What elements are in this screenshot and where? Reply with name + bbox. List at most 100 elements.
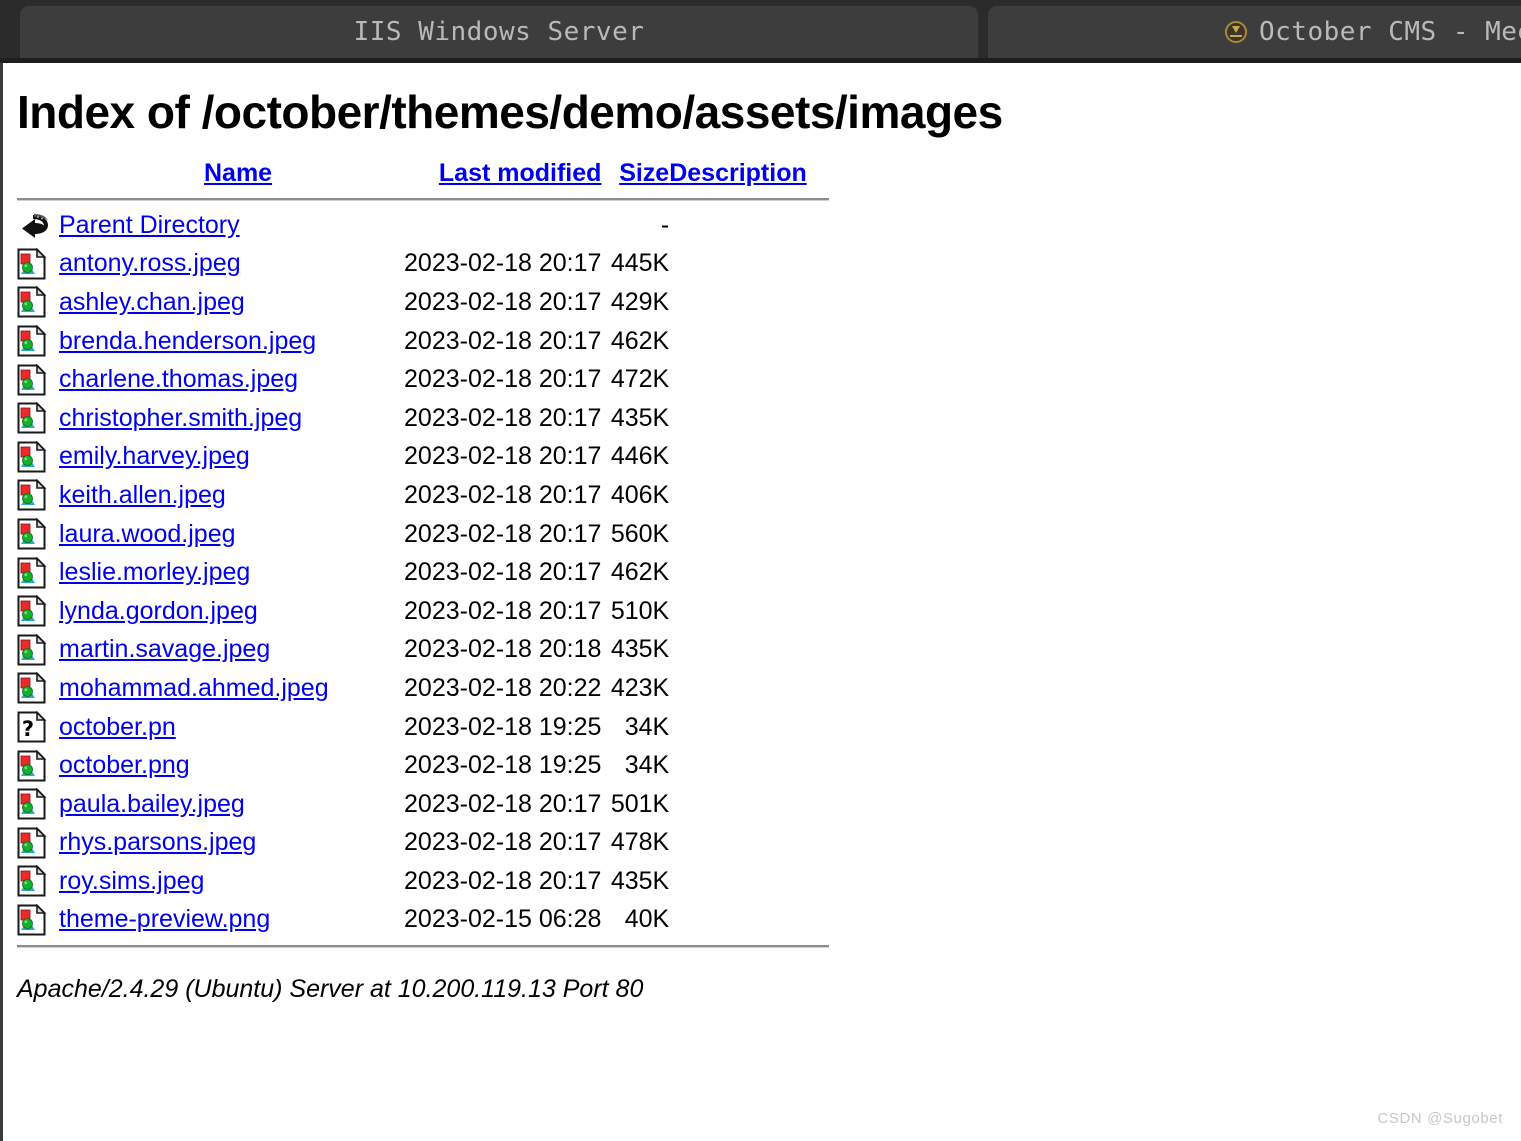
listing-header-rule-cell	[17, 192, 829, 206]
file-name-cell: antony.ross.jpeg	[59, 245, 372, 284]
column-header-icon	[17, 159, 59, 192]
listing-header-rule-row	[17, 192, 829, 206]
size-cell: 446K	[610, 442, 670, 471]
listing-footer-rule-cell	[17, 939, 829, 953]
description-cell	[669, 206, 829, 245]
file-link[interactable]: charlene.thomas.jpeg	[59, 365, 298, 393]
sort-by-description-link[interactable]: Description	[669, 159, 807, 187]
table-row: martin.savage.jpeg 2023-02-18 20:18 435K	[17, 631, 829, 670]
description-cell	[669, 360, 829, 399]
file-link[interactable]: laura.wood.jpeg	[59, 520, 236, 548]
description-cell	[669, 746, 829, 785]
file-link[interactable]: lynda.gordon.jpeg	[59, 597, 258, 625]
file-link[interactable]: brenda.henderson.jpeg	[59, 327, 316, 355]
size-cell: 40K	[624, 905, 670, 934]
description-cell	[669, 515, 829, 554]
table-row: leslie.morley.jpeg 2023-02-18 20:17 462K	[17, 553, 829, 592]
size-cell: 462K	[610, 326, 670, 355]
last-modified-cell: 2023-02-18 20:17	[404, 828, 602, 857]
sort-by-size-link[interactable]: Size	[619, 159, 669, 187]
file-name-cell: Parent Directory	[59, 206, 372, 245]
file-name-cell: laura.wood.jpeg	[59, 515, 372, 554]
size-cell: 34K	[624, 751, 670, 780]
size-cell: 478K	[610, 828, 670, 857]
file-name-cell: brenda.henderson.jpeg	[59, 322, 372, 361]
image-icon	[17, 515, 59, 554]
last-modified-cell: 2023-02-18 20:17	[404, 480, 602, 509]
file-name-cell: roy.sims.jpeg	[59, 862, 372, 901]
last-modified-cell: 2023-02-18 19:25	[404, 751, 602, 780]
image-icon	[17, 785, 59, 824]
server-signature: Apache/2.4.29 (Ubuntu) Server at 10.200.…	[17, 975, 644, 1004]
file-link[interactable]: mohammad.ahmed.jpeg	[59, 674, 329, 702]
image-icon	[17, 360, 59, 399]
description-cell	[669, 631, 829, 670]
last-modified-cell: 2023-02-18 20:22	[404, 673, 602, 702]
browser-tab-october-cms[interactable]: October CMS - Mee	[988, 6, 1521, 58]
last-modified-cell: 2023-02-18 20:17	[404, 365, 602, 394]
file-link[interactable]: keith.allen.jpeg	[59, 481, 226, 509]
table-row: theme-preview.png 2023-02-15 06:28 40K	[17, 901, 829, 940]
size-cell: 445K	[610, 249, 670, 278]
description-cell	[669, 862, 829, 901]
size-cell: 435K	[610, 866, 670, 895]
size-cell: 462K	[610, 558, 670, 587]
size-cell: 406K	[610, 480, 670, 509]
file-name-cell: emily.harvey.jpeg	[59, 438, 372, 477]
last-modified-cell: 2023-02-18 20:17	[404, 442, 602, 471]
image-icon	[17, 553, 59, 592]
sort-by-name-link[interactable]: Name	[204, 159, 272, 187]
image-icon	[17, 901, 59, 940]
size-cell: 34K	[624, 712, 670, 741]
browser-tab-iis-windows-server[interactable]: IIS Windows Server	[20, 6, 978, 58]
file-link[interactable]: emily.harvey.jpeg	[59, 442, 250, 470]
table-row: charlene.thomas.jpeg 2023-02-18 20:17 472K	[17, 360, 829, 399]
horizontal-rule-top	[17, 197, 829, 201]
listing-header: Name Last modified Size Description	[17, 159, 829, 206]
last-modified-cell: 2023-02-18 20:17	[404, 866, 602, 895]
image-icon	[17, 669, 59, 708]
listing-footer	[17, 939, 829, 953]
size-cell: 472K	[610, 365, 670, 394]
last-modified-cell: 2023-02-18 20:17	[404, 596, 602, 625]
last-modified-cell: 2023-02-18 20:18	[404, 635, 602, 664]
description-cell	[669, 785, 829, 824]
file-link[interactable]: october.pn	[59, 713, 176, 741]
file-link[interactable]: antony.ross.jpeg	[59, 249, 241, 277]
table-row: ? october.pn 2023-02-18 19:25 34K	[17, 708, 829, 747]
table-row: october.png 2023-02-18 19:25 34K	[17, 746, 829, 785]
image-icon	[17, 862, 59, 901]
column-header-description: Description	[669, 159, 829, 192]
table-row: antony.ross.jpeg 2023-02-18 20:17 445K	[17, 245, 829, 284]
file-link[interactable]: christopher.smith.jpeg	[59, 404, 302, 432]
column-header-name: Name	[59, 159, 372, 192]
file-link[interactable]: roy.sims.jpeg	[59, 867, 204, 895]
file-link[interactable]: theme-preview.png	[59, 905, 270, 933]
last-modified-cell: 2023-02-18 20:17	[404, 287, 602, 316]
file-name-cell: paula.bailey.jpeg	[59, 785, 372, 824]
svg-text:?: ?	[22, 717, 34, 741]
last-modified-cell	[372, 206, 601, 245]
browser-tab-title: IIS Windows Server	[353, 17, 645, 47]
file-link[interactable]: october.png	[59, 751, 190, 779]
file-link[interactable]: leslie.morley.jpeg	[59, 558, 250, 586]
image-icon	[17, 476, 59, 515]
file-name-cell: theme-preview.png	[59, 901, 372, 940]
description-cell	[669, 669, 829, 708]
description-cell	[669, 322, 829, 361]
description-cell	[669, 245, 829, 284]
file-link[interactable]: martin.savage.jpeg	[59, 635, 270, 663]
image-icon	[17, 824, 59, 863]
csdn-watermark: CSDN @Sugobet	[1377, 1110, 1503, 1127]
listing-header-row: Name Last modified Size Description	[17, 159, 829, 192]
sort-by-last-modified-link[interactable]: Last modified	[439, 159, 602, 187]
description-cell	[669, 553, 829, 592]
table-row: ashley.chan.jpeg 2023-02-18 20:17 429K	[17, 283, 829, 322]
file-link[interactable]: ashley.chan.jpeg	[59, 288, 245, 316]
file-link[interactable]: paula.bailey.jpeg	[59, 790, 245, 818]
file-link[interactable]: rhys.parsons.jpeg	[59, 828, 256, 856]
last-modified-cell: 2023-02-18 20:17	[404, 519, 602, 548]
last-modified-cell: 2023-02-18 20:17	[404, 403, 602, 432]
table-row: brenda.henderson.jpeg 2023-02-18 20:17 462…	[17, 322, 829, 361]
parent-directory-link[interactable]: Parent Directory	[59, 211, 240, 239]
